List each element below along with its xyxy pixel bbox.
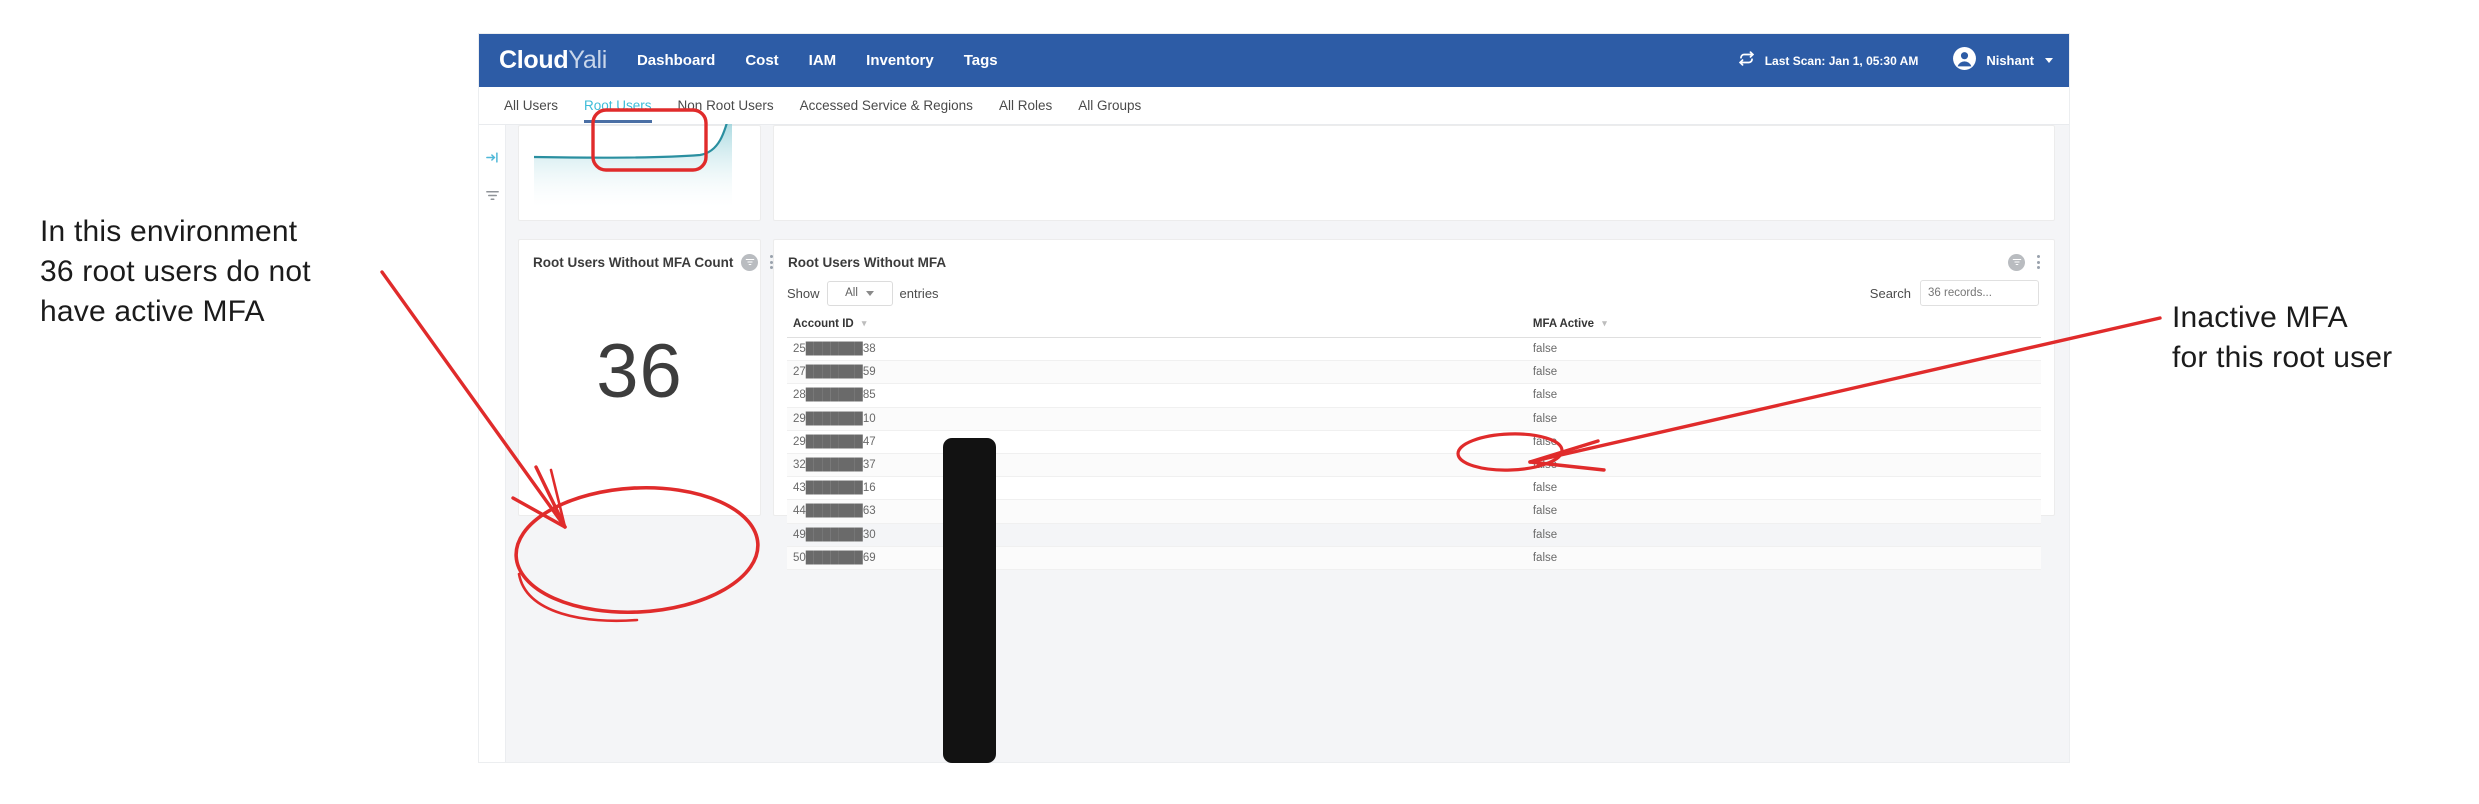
table-controls: Show All entries Search (787, 280, 2041, 306)
table-card-tools (2008, 253, 2043, 271)
nav-item-cost[interactable]: Cost (745, 52, 778, 69)
search-input[interactable] (1920, 280, 2039, 306)
chevron-down-icon (2045, 58, 2053, 63)
left-rail (479, 125, 506, 762)
filter-icon[interactable] (741, 253, 759, 271)
column-header-account-id[interactable]: Account ID ▾ (787, 318, 1527, 338)
search-label: Search (1869, 285, 1911, 301)
entries-label: entries (899, 285, 939, 301)
tab-root-users[interactable]: Root Users (584, 87, 652, 124)
tab-all-roles[interactable]: All Roles (999, 87, 1052, 124)
user-name-label: Nishant (1986, 53, 2034, 68)
search-group: Search (1870, 280, 2039, 306)
cell-mfa-active: false (1526, 337, 2041, 362)
last-scan-label: Last Scan: Jan 1, 05:30 AM (1764, 53, 1919, 68)
cell-mfa-active: false (1526, 407, 2041, 431)
tab-all-groups[interactable]: All Groups (1078, 87, 1141, 124)
count-card-title: Root Users Without MFA Count (533, 254, 734, 270)
dashboard-content: Root Users Without MFA Count 36 Root Use… (506, 124, 2069, 762)
tab-accessed-service-regions[interactable]: Accessed Service & Regions (800, 87, 973, 124)
kebab-menu-icon[interactable] (2034, 253, 2043, 271)
nav-item-iam[interactable]: IAM (809, 52, 837, 69)
trend-area-chart (532, 124, 747, 207)
cell-mfa-active: false (1526, 430, 2041, 454)
nav-item-tags[interactable]: Tags (964, 52, 998, 69)
chevron-down-icon (865, 290, 874, 296)
column-label-mfa-active: MFA Active (1532, 318, 1594, 330)
tab-non-root-users[interactable]: Non Root Users (678, 87, 774, 124)
primary-nav: Dashboard Cost IAM Inventory Tags (637, 52, 998, 69)
trend-chart-card (518, 124, 761, 221)
filter-icon[interactable] (485, 188, 500, 203)
cell-account-id: 44███████63 (787, 499, 1527, 524)
annotation-right-note: Inactive MFA for this root user (2172, 301, 2393, 374)
table-row[interactable]: 25███████38 false (787, 337, 2041, 362)
count-card-tools (741, 253, 776, 271)
cell-account-id: 25███████38 (787, 337, 1527, 362)
dashboard-row-bottom: Root Users Without MFA Count 36 Root Use… (518, 239, 2055, 570)
table-head: Account ID ▾ MFA Active ▾ (787, 318, 2041, 338)
count-card-header: Root Users Without MFA Count (519, 240, 774, 271)
cell-account-id: 49███████30 (787, 523, 1527, 547)
navbar-right-group: Last Scan: Jan 1, 05:30 AM Nishant (1737, 34, 2053, 87)
user-avatar-icon (1952, 46, 1977, 76)
cell-account-id: 32███████37 (787, 453, 1527, 478)
collapse-panel-icon[interactable] (485, 150, 500, 165)
logo-text-primary: Cloud (499, 46, 569, 74)
last-scan-group[interactable]: Last Scan: Jan 1, 05:30 AM (1737, 49, 1919, 73)
root-users-without-mfa-count-value: 36 (596, 329, 683, 414)
column-header-mfa-active[interactable]: MFA Active ▾ (1526, 318, 2041, 338)
cell-mfa-active: false (1526, 453, 2041, 478)
cell-mfa-active: false (1526, 546, 2041, 570)
nav-item-inventory[interactable]: Inventory (866, 52, 934, 69)
filter-icon[interactable] (2008, 253, 2025, 271)
cell-account-id: 27███████59 (787, 360, 1527, 385)
table-row[interactable]: 28███████85 false (787, 383, 2041, 408)
redaction-bar-account-ids (943, 438, 996, 763)
tab-all-users[interactable]: All Users (504, 87, 558, 124)
entries-per-page-select[interactable]: All (826, 280, 893, 306)
sort-arrows-icon: ▾ (861, 318, 867, 329)
table-header-row: Account ID ▾ MFA Active ▾ (787, 318, 2041, 338)
table-card-title: Root Users Without MFA (788, 254, 947, 270)
dashboard-row-top (518, 124, 2055, 221)
app-logo[interactable]: CloudYali (499, 46, 607, 75)
entries-per-page-value: All (845, 287, 858, 299)
cell-account-id: 50███████69 (787, 546, 1527, 570)
nav-item-dashboard[interactable]: Dashboard (637, 52, 715, 69)
cell-mfa-active: false (1526, 476, 2041, 501)
cell-account-id: 29███████10 (787, 407, 1527, 431)
app-body: Root Users Without MFA Count 36 Root Use… (479, 124, 2069, 762)
table-row[interactable]: 29███████10 false (787, 407, 2041, 431)
cell-mfa-active: false (1526, 499, 2041, 524)
logo-text-secondary: Yali (568, 46, 607, 74)
cell-account-id: 28███████85 (787, 383, 1527, 408)
cell-account-id: 43███████16 (787, 476, 1527, 501)
table-card-header: Root Users Without MFA (774, 240, 2054, 271)
top-navbar: CloudYali Dashboard Cost IAM Inventory T… (479, 34, 2069, 87)
app-window: CloudYali Dashboard Cost IAM Inventory T… (479, 34, 2069, 762)
cell-mfa-active: false (1526, 523, 2041, 547)
cell-mfa-active: false (1526, 383, 2041, 408)
sort-arrows-icon: ▾ (1602, 318, 1607, 329)
root-users-without-mfa-count-card: Root Users Without MFA Count 36 (518, 239, 774, 516)
empty-panel-card (773, 125, 2055, 221)
column-label-account-id: Account ID (793, 318, 854, 330)
user-menu[interactable]: Nishant (1952, 46, 2053, 76)
cell-mfa-active: false (1526, 360, 2041, 385)
cell-account-id: 29███████47 (787, 430, 1527, 454)
annotation-left-note: In this environment 36 root users do not… (40, 215, 311, 328)
secondary-tabs: All Users Root Users Non Root Users Acce… (479, 87, 2069, 125)
refresh-icon[interactable] (1737, 49, 1756, 73)
show-entries-group: Show All entries (787, 280, 939, 306)
table-row[interactable]: 27███████59 false (787, 360, 2041, 385)
show-label: Show (787, 285, 820, 301)
